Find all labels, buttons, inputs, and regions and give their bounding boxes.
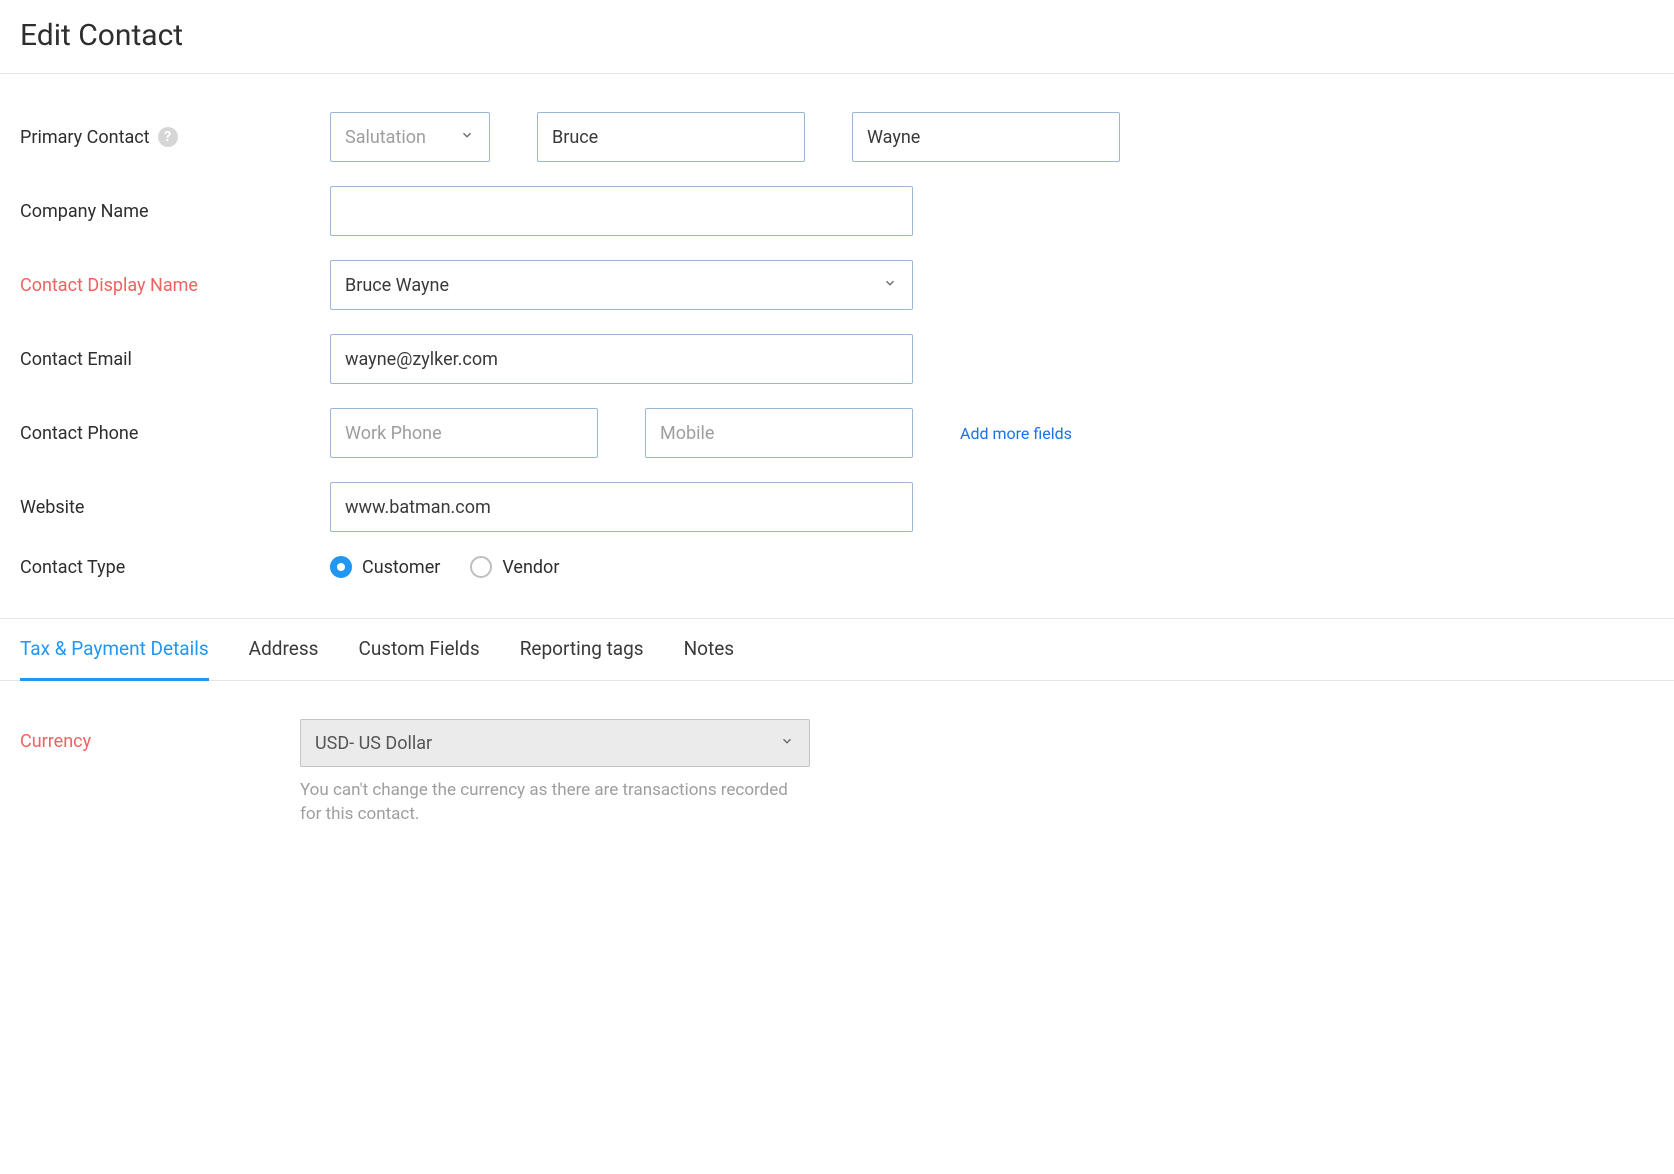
fields-website xyxy=(330,482,913,532)
row-phone: Contact Phone Add more fields xyxy=(20,408,1654,458)
label-primary-contact: Primary Contact ? xyxy=(20,127,330,148)
tab-notes[interactable]: Notes xyxy=(684,619,735,681)
form-body: Primary Contact ? Company Name xyxy=(0,74,1674,618)
fields-phone: Add more fields xyxy=(330,408,1072,458)
help-icon[interactable]: ? xyxy=(158,127,178,147)
row-email: Contact Email xyxy=(20,334,1654,384)
tabs-section: Tax & Payment Details Address Custom Fie… xyxy=(0,618,1674,681)
fields-currency: You can't change the currency as there a… xyxy=(300,719,810,827)
label-phone: Contact Phone xyxy=(20,423,330,444)
company-name-input[interactable] xyxy=(330,186,913,236)
radio-customer-label: Customer xyxy=(362,557,440,578)
fields-contact-type: Customer Vendor xyxy=(330,556,559,578)
row-currency: Currency You can't change the currency a… xyxy=(20,719,1654,827)
fields-display-name xyxy=(330,260,913,310)
fields-primary-contact xyxy=(330,112,1120,162)
row-primary-contact: Primary Contact ? xyxy=(20,112,1654,162)
radio-vendor[interactable]: Vendor xyxy=(470,556,559,578)
label-email: Contact Email xyxy=(20,349,330,370)
radio-circle-icon xyxy=(470,556,492,578)
label-display-name: Contact Display Name xyxy=(20,275,330,296)
page-header: Edit Contact xyxy=(0,0,1674,74)
display-name-select-wrap xyxy=(330,260,913,310)
salutation-select[interactable] xyxy=(330,112,490,162)
row-contact-type: Contact Type Customer Vendor xyxy=(20,556,1654,578)
contact-type-radio-group: Customer Vendor xyxy=(330,556,559,578)
row-website: Website xyxy=(20,482,1654,532)
work-phone-input[interactable] xyxy=(330,408,598,458)
email-input[interactable] xyxy=(330,334,913,384)
tab-custom-fields[interactable]: Custom Fields xyxy=(358,619,479,681)
page-root: Edit Contact Primary Contact ? Com xyxy=(0,0,1674,1174)
mobile-phone-input[interactable] xyxy=(645,408,913,458)
page-title: Edit Contact xyxy=(20,18,1654,53)
fields-company-name xyxy=(330,186,913,236)
tab-address[interactable]: Address xyxy=(249,619,319,681)
radio-customer[interactable]: Customer xyxy=(330,556,440,578)
currency-select-wrap xyxy=(300,719,810,767)
tabs: Tax & Payment Details Address Custom Fie… xyxy=(20,619,1654,680)
currency-select xyxy=(300,719,810,767)
salutation-select-wrap xyxy=(330,112,490,162)
tab-reporting-tags[interactable]: Reporting tags xyxy=(520,619,644,681)
label-primary-contact-text: Primary Contact xyxy=(20,127,150,148)
fields-email xyxy=(330,334,913,384)
label-website: Website xyxy=(20,497,330,518)
radio-circle-checked-icon xyxy=(330,556,352,578)
tab-tax-payment[interactable]: Tax & Payment Details xyxy=(20,619,209,681)
website-input[interactable] xyxy=(330,482,913,532)
last-name-input[interactable] xyxy=(852,112,1120,162)
first-name-input[interactable] xyxy=(537,112,805,162)
add-more-fields-link[interactable]: Add more fields xyxy=(960,424,1072,443)
display-name-select[interactable] xyxy=(330,260,913,310)
label-contact-type: Contact Type xyxy=(20,557,330,578)
tab-content-tax-payment: Currency You can't change the currency a… xyxy=(0,681,1674,889)
label-company-name: Company Name xyxy=(20,201,330,222)
row-company-name: Company Name xyxy=(20,186,1654,236)
row-display-name: Contact Display Name xyxy=(20,260,1654,310)
currency-help-text: You can't change the currency as there a… xyxy=(300,779,810,827)
label-currency: Currency xyxy=(20,719,300,752)
radio-vendor-label: Vendor xyxy=(502,557,559,578)
